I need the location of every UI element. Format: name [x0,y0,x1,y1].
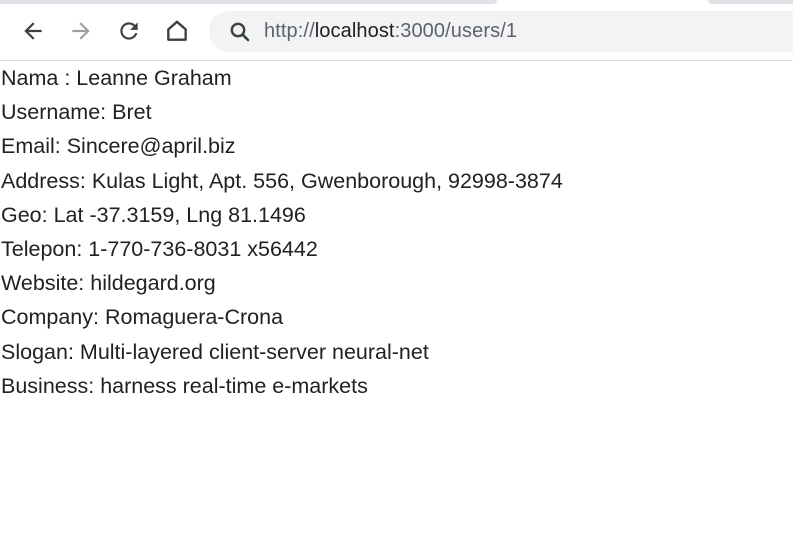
company-row: Company: Romaguera-Crona [0,300,793,334]
arrow-right-icon [72,22,90,40]
phone-label: Telepon: [1,237,89,262]
slogan-value: Multi-layered client-server neural-net [79,339,429,364]
username-value: Bret [112,100,152,125]
address-value: Kulas Light, Apt. 556, Gwenborough, 9299… [91,168,563,193]
company-label: Company: [1,305,105,330]
business-label: Business: [1,373,101,398]
back-button[interactable] [16,14,50,48]
email-row: Email: Sincere@april.biz [0,129,793,163]
geo-label: Geo: [1,202,54,227]
name-row: Nama : Leanne Graham [0,61,793,95]
phone-value: 1-770-736-8031 x56442 [88,237,318,262]
name-label: Nama : [1,66,77,90]
email-label: Email: [1,134,67,159]
slogan-label: Slogan: [1,339,80,364]
website-value: hildegard.org [90,271,216,296]
url-text[interactable]: http://localhost:3000/users/1 [264,20,517,43]
arrow-left-icon [24,22,42,40]
url-host: localhost [314,20,395,42]
reload-icon [120,22,138,40]
business-row: Business: harness real-time e-markets [0,369,793,403]
forward-button[interactable] [64,14,98,48]
search-icon [228,20,252,44]
reload-button[interactable] [112,14,146,48]
phone-row: Telepon: 1-770-736-8031 x56442 [0,232,793,266]
username-label: Username: [1,100,113,125]
website-row: Website: hildegard.org [0,266,793,300]
address-bar[interactable]: http://localhost:3000/users/1 [209,11,793,52]
tab-strip-edge-right [708,0,793,4]
company-value: Romaguera-Crona [104,305,284,330]
website-label: Website: [1,271,91,296]
name-value: Leanne Graham [76,66,232,90]
user-detail: Nama : Leanne Graham Username: Bret Emai… [0,61,793,403]
home-icon [167,20,187,41]
slogan-row: Slogan: Multi-layered client-server neur… [0,335,793,369]
browser-toolbar: http://localhost:3000/users/1 [0,0,793,61]
business-value: harness real-time e-markets [100,373,368,398]
tab-strip-edge [0,0,497,4]
email-value: Sincere@april.biz [66,134,236,159]
url-path: :3000/users/1 [394,20,518,42]
address-label: Address: [1,168,92,193]
address-row: Address: Kulas Light, Apt. 556, Gwenboro… [0,164,793,198]
url-scheme: http:// [264,20,315,42]
username-row: Username: Bret [0,95,793,129]
geo-value: Lat -37.3159, Lng 81.1496 [53,202,306,227]
home-button[interactable] [160,14,194,48]
geo-row: Geo: Lat -37.3159, Lng 81.1496 [0,198,793,232]
